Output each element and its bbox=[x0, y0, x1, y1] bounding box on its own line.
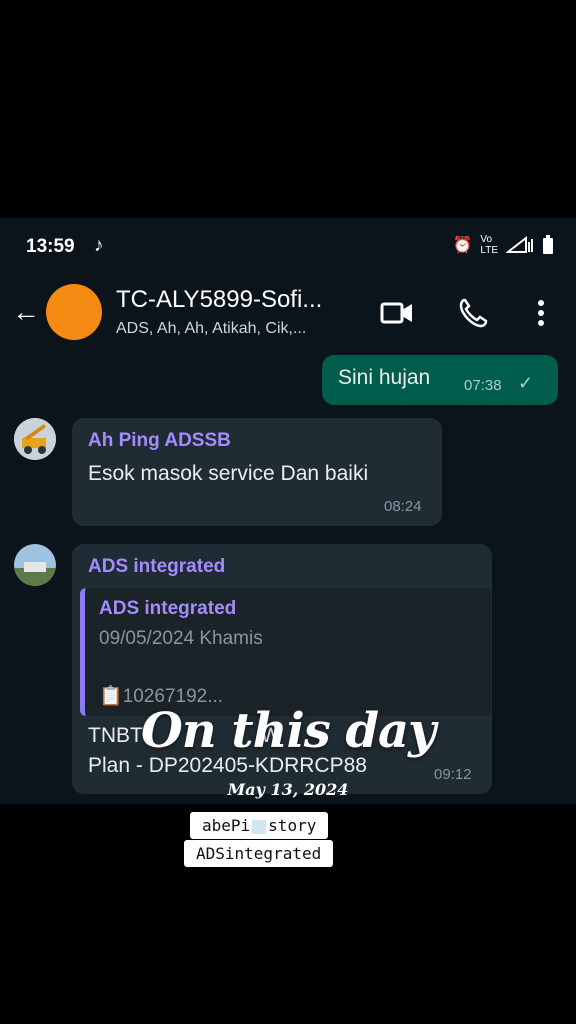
sticker-line-2: ADSintegrated bbox=[184, 840, 334, 867]
overlay-date: May 13, 2024 bbox=[227, 780, 349, 799]
sent-check-icon: ✓ bbox=[518, 373, 534, 393]
message-text: Sini hujan bbox=[338, 366, 431, 389]
sticker-line-1: abePi story bbox=[190, 812, 329, 839]
overlay-title: On this day bbox=[140, 703, 436, 759]
more-options-icon[interactable] bbox=[524, 296, 558, 330]
signal-icon bbox=[506, 236, 533, 253]
group-avatar[interactable] bbox=[46, 284, 102, 340]
message-text: Esok masok service Dan baiki bbox=[88, 462, 369, 485]
video-call-icon[interactable] bbox=[380, 296, 414, 330]
quoted-text: 09/05/2024 Khamis bbox=[99, 628, 263, 649]
sender-avatar[interactable] bbox=[14, 418, 56, 460]
sender-name: Ah Ping ADSSB bbox=[88, 430, 231, 451]
outgoing-message[interactable]: Sini hujan 07:38 ✓ bbox=[322, 355, 558, 405]
system-icons: ⏰ Vo LTE bbox=[452, 234, 554, 256]
phone-call-icon[interactable] bbox=[456, 296, 490, 330]
quoted-message[interactable]: ADS integrated 09/05/2024 Khamis 📋102671… bbox=[80, 588, 491, 716]
incoming-message[interactable]: Ah Ping ADSSB Esok masok service Dan bai… bbox=[72, 418, 442, 526]
back-arrow-icon[interactable]: ← bbox=[12, 290, 40, 334]
tiktok-icon: ♪ bbox=[94, 235, 104, 256]
chat-header: ← TC-ALY5899-Sofi... ADS, Ah, Ah, Atikah… bbox=[0, 276, 576, 352]
sticker-emoji-icon bbox=[252, 819, 267, 834]
sender-avatar[interactable] bbox=[14, 544, 56, 586]
group-title[interactable]: TC-ALY5899-Sofi... bbox=[116, 286, 322, 314]
battery-icon bbox=[543, 235, 553, 254]
message-time: 08:24 bbox=[384, 498, 422, 515]
status-bar: 13:59 ♪ ⏰ Vo LTE bbox=[0, 218, 576, 276]
status-time: 13:59 bbox=[26, 236, 75, 257]
message-time: 07:38 bbox=[464, 377, 502, 394]
sender-name: ADS integrated bbox=[88, 556, 226, 577]
alarm-icon: ⏰ bbox=[452, 237, 473, 254]
volte-icon: Vo LTE bbox=[480, 234, 498, 256]
group-members[interactable]: ADS, Ah, Ah, Atikah, Cik,... bbox=[116, 320, 306, 338]
quoted-sender: ADS integrated bbox=[99, 598, 237, 619]
